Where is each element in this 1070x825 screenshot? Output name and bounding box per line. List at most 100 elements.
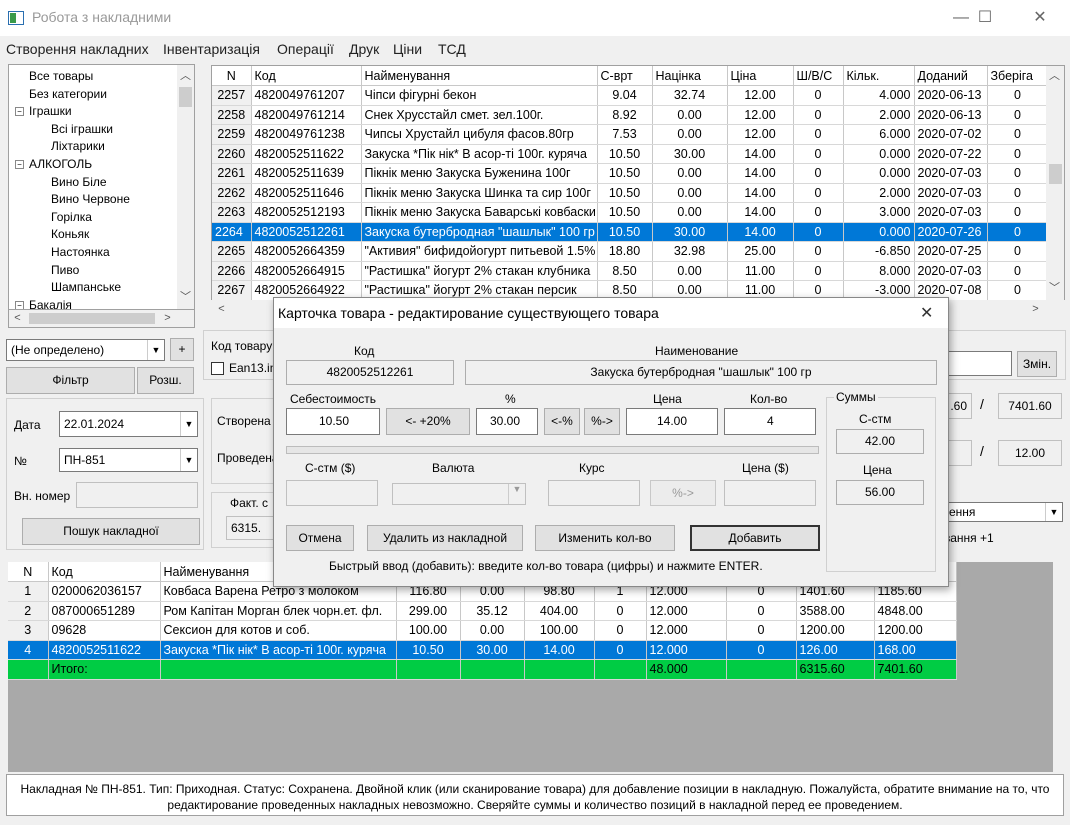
dialog-close-icon[interactable]: ✕ <box>920 303 933 323</box>
chevron-right-icon[interactable]: > <box>159 310 176 327</box>
column-header[interactable]: N <box>8 562 49 582</box>
table-row[interactable]: 2264 4820052512261 Закуска бутербродная "ш… <box>212 222 1049 242</box>
column-header[interactable]: Доданий <box>914 66 988 86</box>
tree-node[interactable]: Бакалія <box>29 298 72 309</box>
column-header[interactable]: Ш/В/С <box>793 66 844 86</box>
table-row[interactable]: 2259 4820049761238 Чипсы Хрустайл цибуля ф… <box>212 124 1049 145</box>
from-percent-button[interactable]: %-> <box>584 408 620 435</box>
table-row[interactable]: 2257 4820049761207 Чіпси фігурні бекон 9.04… <box>212 85 1049 106</box>
table-row[interactable]: 2265 4820052664359 "Активия" бифидойогурт … <box>212 241 1049 262</box>
fact-sum-field[interactable]: 6315. <box>226 516 276 540</box>
chevron-down-icon[interactable]: ▼ <box>180 449 197 471</box>
menu-create-invoices[interactable]: Створення накладних <box>6 41 149 57</box>
to-percent-button[interactable]: <-% <box>544 408 580 435</box>
dialog-qty-input[interactable]: 4 <box>724 408 816 435</box>
tree-node[interactable]: Іграшки <box>29 104 72 118</box>
search-invoice-button[interactable]: Пошук накладної <box>22 518 200 545</box>
column-header[interactable]: Код <box>251 66 362 86</box>
close-button[interactable]: ✕ <box>1017 4 1063 32</box>
table-row[interactable]: 2262 4820052511646 Пікнік меню Закуска Шин… <box>212 183 1049 203</box>
dialog-price-input[interactable]: 14.00 <box>626 408 718 435</box>
chevron-left-icon[interactable]: < <box>213 301 230 318</box>
change-button[interactable]: Змін. <box>1017 351 1057 377</box>
collapse-icon[interactable]: − <box>15 300 24 309</box>
tree-node[interactable]: Ліхтарики <box>51 139 105 153</box>
table-row[interactable]: 2261 4820052511639 Пікнік меню Закуска Буж… <box>212 163 1049 184</box>
table-row[interactable]: 2266 4820052664915 "Растишка" йогурт 2% ст… <box>212 261 1049 281</box>
chevron-down-icon[interactable]: ▼ <box>180 412 197 436</box>
right-mode-select[interactable]: ення ▼ <box>944 502 1063 522</box>
menu-operations[interactable]: Операції <box>277 41 334 57</box>
date-field[interactable]: 22.01.2024 ▼ <box>59 411 198 437</box>
dialog-percent-input[interactable]: 30.00 <box>476 408 538 435</box>
filter-button[interactable]: Фільтр <box>6 367 135 394</box>
chevron-down-icon[interactable]: ﹀ <box>177 289 194 306</box>
ext-number-field[interactable] <box>76 482 198 508</box>
menu-tsd[interactable]: ТСД <box>438 41 466 57</box>
category-tree[interactable]: ︿ ﹀ Все товары Без категории Іграшки − Всі і… <box>8 64 195 310</box>
change-qty-button[interactable]: Изменить кол-во <box>535 525 675 551</box>
right-code-field[interactable] <box>944 351 1012 376</box>
column-header[interactable]: Код <box>48 562 161 582</box>
dialog-cost-input[interactable]: 10.50 <box>286 408 380 435</box>
products-scroll-thumb[interactable] <box>1049 164 1062 184</box>
chevron-down-icon[interactable]: ▼ <box>1045 503 1062 521</box>
plus20-button[interactable]: <- +20% <box>386 408 470 435</box>
column-header[interactable]: Найменування <box>361 66 598 86</box>
cost-usd-input[interactable] <box>286 480 378 506</box>
tree-node[interactable]: Горілка <box>51 210 92 224</box>
chevron-right-icon[interactable]: > <box>1027 301 1044 318</box>
tree-node[interactable]: Всі іграшки <box>51 122 113 136</box>
chevron-down-icon[interactable]: ▼ <box>147 340 164 360</box>
maximize-button[interactable]: ☐ <box>962 4 1008 32</box>
tree-node[interactable]: Пиво <box>51 263 79 277</box>
cancel-button[interactable]: Отмена <box>286 525 354 551</box>
chevron-down-icon[interactable]: ▼ <box>508 484 525 504</box>
tree-hscroll-thumb[interactable] <box>29 313 155 324</box>
tree-hscroll[interactable]: < > <box>8 310 195 328</box>
collapse-icon[interactable]: − <box>15 160 24 169</box>
category-select[interactable]: (Не определено) ▼ <box>6 339 165 361</box>
column-header[interactable]: N <box>212 66 252 86</box>
tree-node[interactable]: АЛКОГОЛЬ <box>29 157 92 171</box>
chevron-down-icon[interactable]: ﹀ <box>1046 280 1063 297</box>
column-header[interactable]: Кільк. <box>843 66 915 86</box>
number-field[interactable]: ПН-851 ▼ <box>59 448 198 472</box>
delete-from-invoice-button[interactable]: Удалить из накладной <box>367 525 523 551</box>
ean13-checkbox[interactable] <box>211 362 224 375</box>
chevron-up-icon[interactable]: ︿ <box>177 68 194 85</box>
tree-node[interactable]: Шампанське <box>51 280 121 294</box>
products-grid[interactable]: N Код Найменування С-врт Націнка Ціна Ш/В/С Кіл… <box>211 65 1065 301</box>
currency-select[interactable]: ▼ <box>392 483 526 505</box>
table-row[interactable]: 4 4820052511622 Закуска *Пік нік* В асор-т… <box>8 640 957 660</box>
products-vscroll[interactable]: ︿ ﹀ <box>1046 66 1064 300</box>
table-row[interactable]: Итого: 48.000 6315.60 7401.60 <box>8 659 957 680</box>
table-row[interactable]: 2 087000651289 Ром Капітан Морган блек чор… <box>8 601 957 621</box>
table-row[interactable]: 2260 4820052511622 Закуска *Пік нік* В асо… <box>212 144 1049 164</box>
add-category-button[interactable]: + <box>170 338 194 361</box>
collapse-icon[interactable]: − <box>15 107 24 117</box>
add-button[interactable]: Добавить <box>690 525 820 551</box>
tree-node[interactable]: Вино Біле <box>51 175 107 189</box>
column-header[interactable]: Зберіга <box>987 66 1049 86</box>
column-header[interactable]: Націнка <box>652 66 728 86</box>
chevron-up-icon[interactable]: ︿ <box>1046 68 1063 85</box>
table-row[interactable]: 2258 4820049761214 Снек Хрусстайл смет. зе… <box>212 105 1049 125</box>
menu-prices[interactable]: Ціни <box>393 41 422 57</box>
menu-inventory[interactable]: Інвентаризація <box>163 41 260 57</box>
price-usd-input[interactable] <box>724 480 816 506</box>
tree-node[interactable]: Все товары <box>29 69 93 83</box>
table-row[interactable]: 3 09628 Сексион для котов и соб. 100.00 0.00… <box>8 620 957 641</box>
menu-print[interactable]: Друк <box>349 41 379 57</box>
tree-node[interactable]: Без категории <box>29 87 107 101</box>
tree-node[interactable]: Настоянка <box>51 245 110 259</box>
rate-input[interactable] <box>548 480 640 506</box>
tree-vscroll[interactable]: ︿ ﹀ <box>177 65 194 309</box>
table-row[interactable]: 2263 4820052512193 Пікнік меню Закуска Бав… <box>212 202 1049 223</box>
column-header[interactable]: Ціна <box>727 66 794 86</box>
tree-node[interactable]: Вино Червоне <box>51 192 130 206</box>
chevron-left-icon[interactable]: < <box>9 310 26 327</box>
tree-scroll-thumb[interactable] <box>179 87 192 107</box>
column-header[interactable]: С-врт <box>597 66 653 86</box>
expand-button[interactable]: Розш. <box>137 367 194 394</box>
